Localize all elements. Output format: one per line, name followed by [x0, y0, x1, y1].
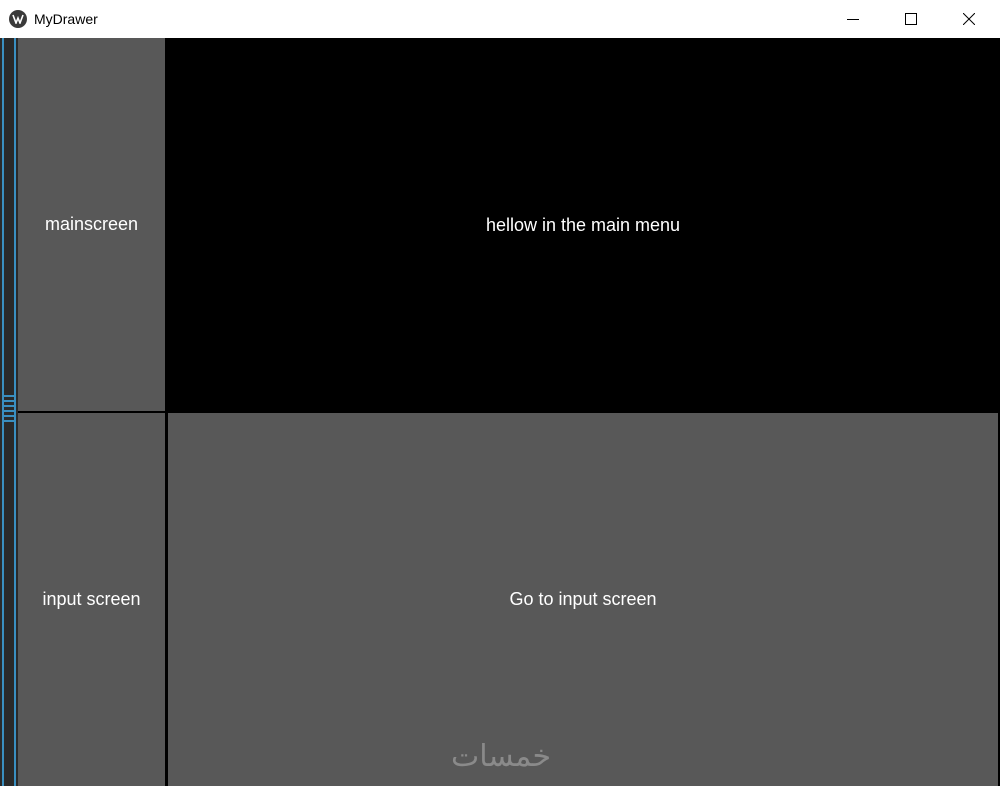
- minimize-icon: [847, 19, 859, 20]
- sidebar-item-label: input screen: [42, 589, 141, 609]
- drawer-grip-icon[interactable]: [3, 395, 15, 429]
- button-label: Go to input screen: [509, 589, 657, 609]
- title-bar: MyDrawer: [0, 0, 1000, 38]
- watermark-logo: خمسات: [440, 738, 562, 776]
- go-to-input-screen-button[interactable]: Go to input screen: [168, 413, 998, 786]
- minimize-button[interactable]: [824, 0, 882, 38]
- maximize-icon: [905, 13, 917, 25]
- close-icon: [963, 13, 975, 25]
- drawer-handle[interactable]: [0, 38, 18, 786]
- main-menu-label: hellow in the main menu: [166, 38, 1000, 412]
- close-button[interactable]: [940, 0, 998, 38]
- app-icon: [9, 10, 27, 28]
- sidebar-item-label: mainscreen: [44, 214, 139, 234]
- watermark-text: خمسات: [450, 739, 552, 774]
- maximize-button[interactable]: [882, 0, 940, 38]
- sidebar-item-input-screen[interactable]: input screen: [18, 413, 165, 786]
- window-title: MyDrawer: [34, 11, 98, 27]
- app-window: MyDrawer mainscreen input screen hellow …: [0, 0, 1000, 786]
- sidebar-item-mainscreen[interactable]: mainscreen: [18, 38, 165, 411]
- main-menu-text: hellow in the main menu: [485, 214, 681, 235]
